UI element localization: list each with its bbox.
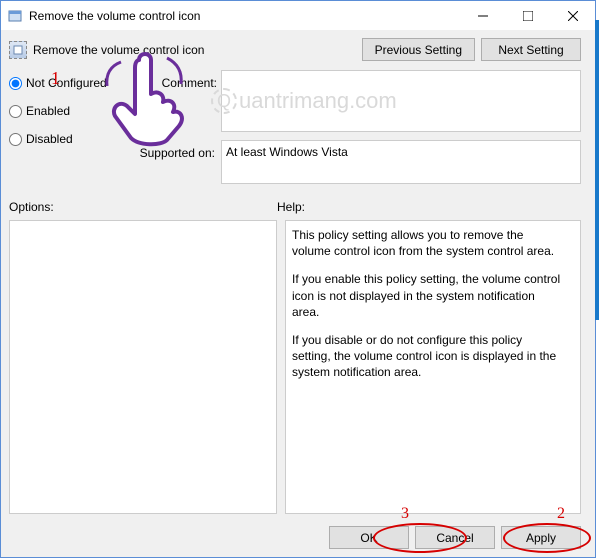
- options-label: Options:: [9, 200, 277, 214]
- title-bar: Remove the volume control icon: [1, 0, 595, 30]
- radio-not-configured-input[interactable]: [9, 77, 22, 90]
- dialog-footer: OK Cancel Apply: [323, 526, 581, 549]
- policy-editor-window: Remove the volume control icon Remove th…: [0, 0, 596, 558]
- supported-label: Supported on:: [103, 146, 215, 160]
- panel-labels: Options: Help:: [9, 200, 581, 214]
- options-panel: [9, 220, 277, 514]
- ok-button[interactable]: OK: [329, 526, 409, 549]
- help-panel: This policy setting allows you to remove…: [285, 220, 581, 514]
- setting-icon: [9, 41, 27, 59]
- radio-not-configured-label: Not Configured: [26, 76, 107, 90]
- radio-disabled-input[interactable]: [9, 133, 22, 146]
- help-p3: If you disable or do not configure this …: [292, 332, 562, 381]
- window-title: Remove the volume control icon: [29, 9, 460, 23]
- window-edge-highlight: [595, 20, 599, 320]
- radio-enabled[interactable]: Enabled: [9, 104, 129, 118]
- help-label: Help:: [277, 200, 581, 214]
- comment-textbox[interactable]: [221, 70, 581, 132]
- previous-setting-button[interactable]: Previous Setting: [362, 38, 475, 61]
- help-p2: If you enable this policy setting, the v…: [292, 271, 562, 320]
- comment-label: Comment:: [135, 76, 217, 90]
- maximize-button[interactable]: [505, 1, 550, 30]
- radio-enabled-input[interactable]: [9, 105, 22, 118]
- radio-disabled-label: Disabled: [26, 132, 73, 146]
- cancel-button[interactable]: Cancel: [415, 526, 495, 549]
- close-button[interactable]: [550, 1, 595, 30]
- supported-textbox: At least Windows Vista: [221, 140, 581, 184]
- next-setting-button[interactable]: Next Setting: [481, 38, 581, 61]
- radio-disabled[interactable]: Disabled: [9, 132, 129, 146]
- apply-button[interactable]: Apply: [501, 526, 581, 549]
- setting-title: Remove the volume control icon: [33, 43, 356, 57]
- header-row: Remove the volume control icon Previous …: [1, 30, 595, 71]
- radio-enabled-label: Enabled: [26, 104, 70, 118]
- window-icon: [7, 8, 23, 24]
- help-p1: This policy setting allows you to remove…: [292, 227, 562, 259]
- radio-not-configured[interactable]: Not Configured: [9, 76, 129, 90]
- minimize-button[interactable]: [460, 1, 505, 30]
